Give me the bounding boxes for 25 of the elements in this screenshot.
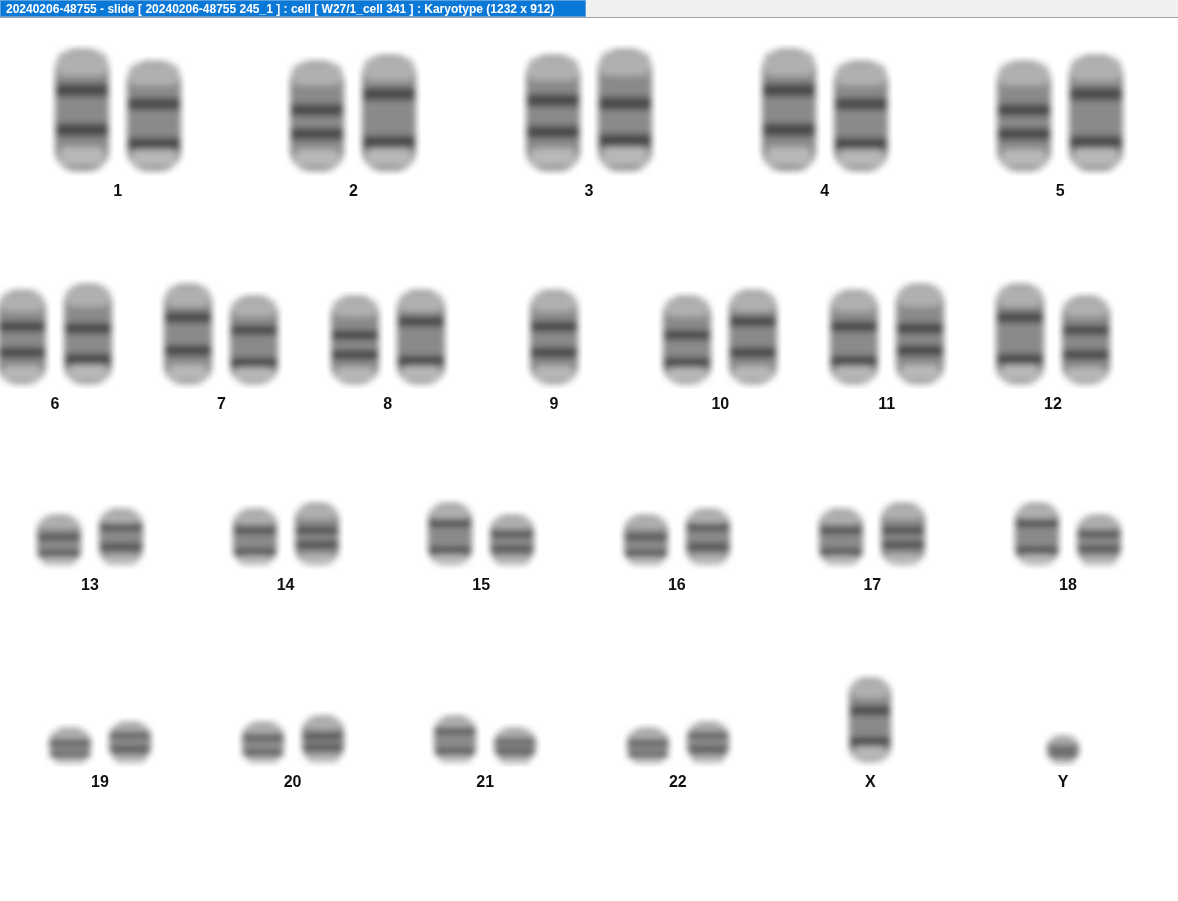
- chromosome-number: 6: [50, 395, 60, 413]
- chromosome-number: 16: [667, 576, 686, 594]
- chromosome-number: 19: [91, 773, 109, 791]
- chromosome-number: 7: [216, 395, 226, 413]
- chromosome-number: 13: [81, 576, 99, 594]
- chromosome-number: 8: [383, 395, 393, 413]
- chromosome-number: 21: [476, 773, 495, 791]
- chromosome-number: 17: [863, 576, 882, 594]
- chromosome-number: 11: [878, 395, 896, 413]
- chromosome-number: Y: [1057, 773, 1069, 791]
- chromosome-number: 15: [472, 576, 491, 594]
- chromosome-number: 18: [1059, 576, 1077, 594]
- chromosome-number: 1: [113, 182, 123, 200]
- window-title: 20240206-48755 - slide [ 20240206-48755 245_1 ] : cell [ W27/1_cell 341 ] : Karyotype (1232 x 912): [0, 0, 586, 17]
- chromosome-number: 14: [276, 576, 295, 594]
- chromosome-number: 20: [283, 773, 302, 791]
- chromosome-number: 4: [820, 182, 830, 200]
- chromosome-number: 9: [549, 395, 559, 413]
- chromosome-number: 3: [584, 182, 594, 200]
- chromosome-number: 10: [711, 395, 730, 413]
- chromosome-number: X: [865, 773, 876, 791]
- chromosome-number: 12: [1044, 395, 1062, 413]
- chromosome-number: 2: [348, 182, 358, 200]
- chromosome-number: 22: [668, 773, 687, 791]
- chromosome-number: 5: [1055, 182, 1065, 200]
